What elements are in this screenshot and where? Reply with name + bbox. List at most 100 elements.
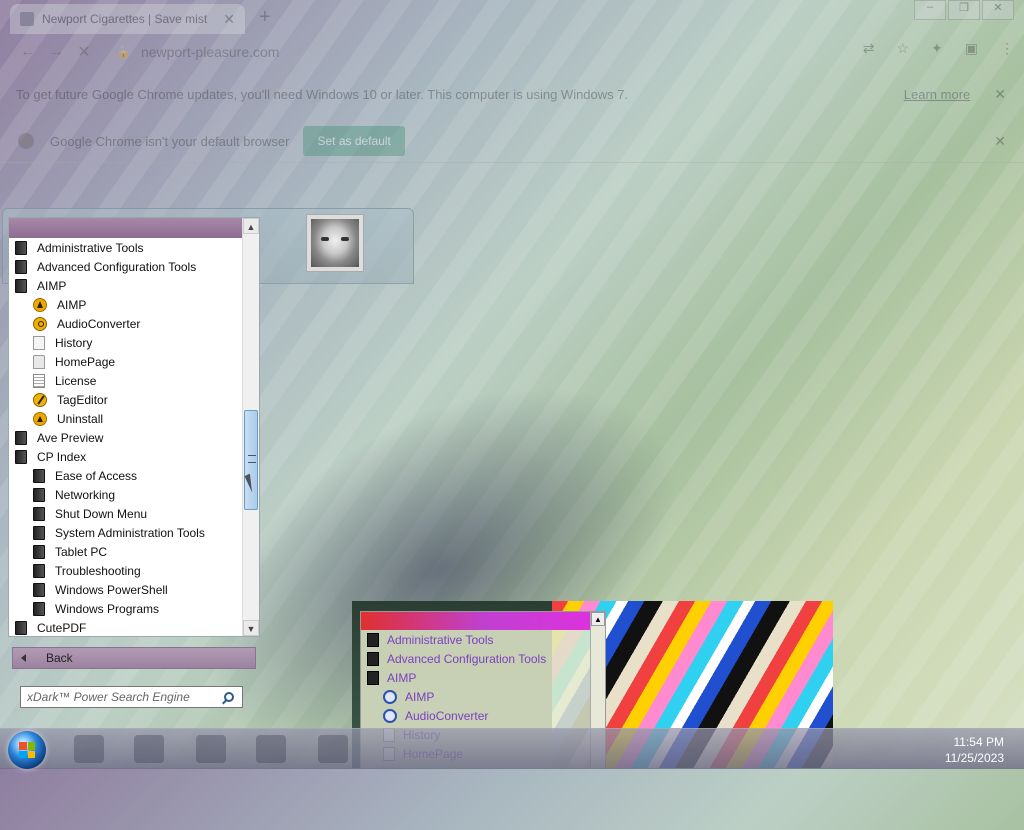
- program-label: AIMP: [57, 297, 87, 312]
- program-label: Tablet PC: [55, 544, 108, 559]
- folder-icon: [367, 651, 379, 666]
- minimize-button[interactable]: ‒: [914, 0, 946, 20]
- back-label: Back: [46, 651, 73, 665]
- extensions-icon[interactable]: ✦: [931, 40, 943, 57]
- program-item[interactable]: Ease of Access: [9, 466, 243, 485]
- folder-icon: [33, 544, 45, 559]
- program-item[interactable]: History: [9, 333, 243, 352]
- search-input[interactable]: [21, 687, 224, 707]
- set-default-button[interactable]: Set as default: [303, 126, 405, 156]
- program-label: Shut Down Menu: [55, 506, 148, 521]
- programs-scrollbar[interactable]: ▲ ▼: [242, 218, 259, 636]
- glitched-header: [361, 612, 605, 630]
- glitched-scroll-up-icon[interactable]: ▲: [591, 612, 605, 626]
- learn-more-link[interactable]: Learn more: [904, 87, 970, 102]
- folder-icon: [33, 601, 45, 616]
- scroll-up-arrow-icon[interactable]: ▲: [243, 218, 259, 234]
- user-picture: [311, 219, 359, 267]
- start-button[interactable]: [8, 731, 46, 769]
- program-item[interactable]: Windows Programs: [9, 599, 243, 618]
- program-item[interactable]: Uninstall: [9, 409, 243, 428]
- toolbar-actions: ⇄ ☆ ✦ ▣ ⋮: [863, 40, 1014, 57]
- taskbar-music-icon[interactable]: [196, 735, 226, 763]
- back-arrow-icon[interactable]: ←: [14, 43, 42, 61]
- close-tab-icon[interactable]: ✕: [223, 11, 235, 28]
- back-triangle-icon: [21, 654, 26, 662]
- maximize-button[interactable]: ❐: [948, 0, 980, 20]
- update-notice-text: To get future Google Chrome updates, you…: [16, 86, 629, 102]
- scroll-thumb[interactable]: [244, 410, 258, 510]
- programs-header: [9, 218, 259, 238]
- programs-items: Administrative Tools Advanced Configurati…: [9, 238, 243, 636]
- program-item[interactable]: AudioConverter: [9, 314, 243, 333]
- close-infobar-icon[interactable]: ✕: [994, 86, 1006, 103]
- new-tab-button[interactable]: +: [259, 6, 271, 29]
- taskbar-app-icon[interactable]: [134, 735, 164, 763]
- folder-icon: [15, 240, 27, 255]
- menu-icon[interactable]: ⋮: [1000, 40, 1014, 57]
- program-item[interactable]: Ave Preview: [9, 428, 243, 447]
- tag-editor-icon: [33, 392, 47, 407]
- program-label: Uninstall: [57, 411, 104, 426]
- browser-toolbar: ← → ✕ 🔒 newport-pleasure.com ⇄ ☆ ✦ ▣ ⋮: [0, 34, 1024, 70]
- start-search-box[interactable]: [20, 686, 243, 708]
- user-avatar[interactable]: [306, 214, 364, 272]
- search-icon[interactable]: [224, 692, 234, 702]
- chrome-window: Newport Cigarettes | Save mist ✕ + ‒ ❐ ✕…: [0, 0, 1024, 165]
- scroll-down-arrow-icon[interactable]: ▼: [243, 620, 259, 636]
- program-label: Windows Programs: [55, 601, 160, 616]
- taskbar-app-icon[interactable]: [74, 735, 104, 763]
- lock-icon[interactable]: 🔒: [116, 45, 131, 59]
- program-item[interactable]: Windows PowerShell: [9, 580, 243, 599]
- bookmark-star-icon[interactable]: ☆: [896, 40, 909, 57]
- taskbar-app-icon[interactable]: [256, 735, 286, 763]
- uninstall-icon: [33, 411, 47, 426]
- program-item[interactable]: Networking: [9, 485, 243, 504]
- folder-icon: [15, 430, 27, 445]
- program-item[interactable]: AIMP: [9, 276, 243, 295]
- close-defaultbar-icon[interactable]: ✕: [994, 133, 1006, 150]
- program-item[interactable]: CP Index: [9, 447, 243, 466]
- program-item[interactable]: HomePage: [9, 352, 243, 371]
- glitched-item[interactable]: AudioConverter: [361, 706, 605, 725]
- grip-icon: [248, 455, 256, 463]
- default-browser-bar: Google Chrome isn't your default browser…: [0, 120, 1024, 163]
- windows-logo-icon: [19, 742, 35, 758]
- update-infobar: To get future Google Chrome updates, you…: [0, 78, 1024, 110]
- program-item[interactable]: License: [9, 371, 243, 390]
- translate-icon[interactable]: ⇄: [863, 40, 875, 57]
- default-notice-text: Google Chrome isn't your default browser: [50, 133, 290, 149]
- forward-arrow-icon[interactable]: →: [42, 43, 70, 61]
- glitched-label: AIMP: [387, 670, 417, 685]
- program-item[interactable]: Administrative Tools: [9, 238, 243, 257]
- address-bar[interactable]: newport-pleasure.com: [141, 44, 280, 60]
- glitched-item[interactable]: AIMP: [361, 687, 605, 706]
- program-item[interactable]: TagEditor: [9, 390, 243, 409]
- glitched-item[interactable]: AIMP: [361, 668, 605, 687]
- program-item[interactable]: Troubleshooting: [9, 561, 243, 580]
- program-label: License: [55, 373, 97, 388]
- taskbar-app-icon[interactable]: [318, 735, 348, 763]
- favicon-icon: [20, 12, 34, 26]
- program-item[interactable]: AIMP: [9, 295, 243, 314]
- system-clock[interactable]: 11:54 PM 11/25/2023: [945, 734, 1004, 766]
- glitched-item[interactable]: Administrative Tools: [361, 630, 605, 649]
- tab-bar: Newport Cigarettes | Save mist ✕ + ‒ ❐ ✕: [0, 0, 1024, 34]
- program-item[interactable]: Advanced Configuration Tools: [9, 257, 243, 276]
- glitched-item[interactable]: Advanced Configuration Tools: [361, 649, 605, 668]
- program-label: HomePage: [55, 354, 116, 369]
- close-window-button[interactable]: ✕: [982, 0, 1014, 20]
- stop-icon[interactable]: ✕: [70, 42, 98, 62]
- program-label: TagEditor: [57, 392, 108, 407]
- program-item[interactable]: Tablet PC: [9, 542, 243, 561]
- program-label: Networking: [55, 487, 116, 502]
- back-button[interactable]: Back: [12, 647, 256, 669]
- program-item[interactable]: Shut Down Menu: [9, 504, 243, 523]
- program-item[interactable]: CutePDF: [9, 618, 243, 636]
- sidepanel-icon[interactable]: ▣: [965, 40, 978, 57]
- browser-tab[interactable]: Newport Cigarettes | Save mist ✕: [10, 4, 245, 34]
- program-label: AudioConverter: [57, 316, 141, 331]
- program-item[interactable]: System Administration Tools: [9, 523, 243, 542]
- program-label: Ave Preview: [37, 430, 104, 445]
- program-label: Troubleshooting: [55, 563, 141, 578]
